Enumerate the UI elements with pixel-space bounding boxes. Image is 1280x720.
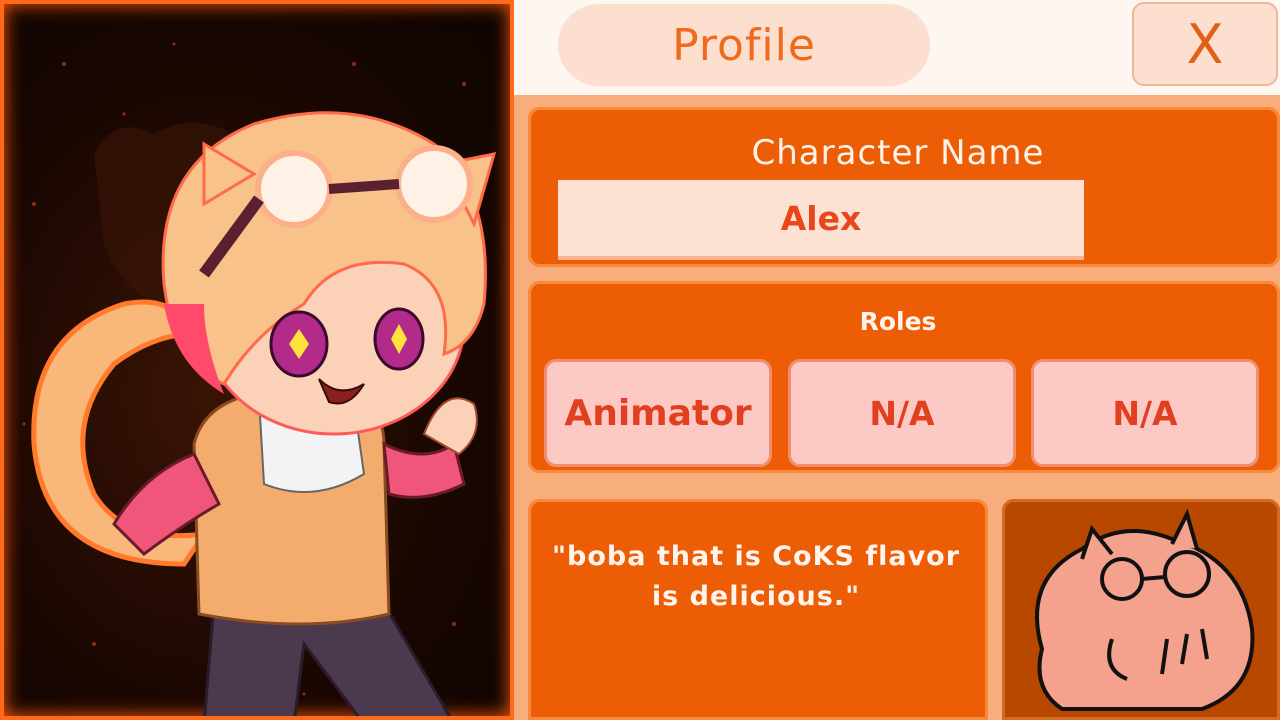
- avatar-doodle: [1035, 508, 1255, 711]
- profile-title: Profile: [558, 4, 930, 86]
- profile-header: Profile X: [514, 0, 1280, 95]
- role-slot-2[interactable]: N/A: [788, 359, 1016, 467]
- close-button[interactable]: X: [1132, 2, 1278, 86]
- roles-card: Roles Animator N/A N/A: [528, 281, 1280, 473]
- character-name-field[interactable]: Alex: [558, 180, 1084, 260]
- role-slot-1[interactable]: Animator: [544, 359, 772, 467]
- character-art-panel: [0, 0, 514, 720]
- role-slot-3[interactable]: N/A: [1031, 359, 1259, 467]
- character-name-card: Character Name Alex: [528, 107, 1280, 267]
- character-name-label: Character Name: [751, 133, 1045, 173]
- quote-card: "boba that is CoKS flavor is delicious.": [528, 499, 988, 720]
- character-illustration: [22, 42, 497, 716]
- avatar-card: [1002, 499, 1280, 720]
- roles-label: Roles: [859, 307, 937, 336]
- character-quote: "boba that is CoKS flavor is delicious.": [551, 541, 961, 612]
- profile-details: Character Name Alex Roles Animator N/A N…: [514, 95, 1280, 720]
